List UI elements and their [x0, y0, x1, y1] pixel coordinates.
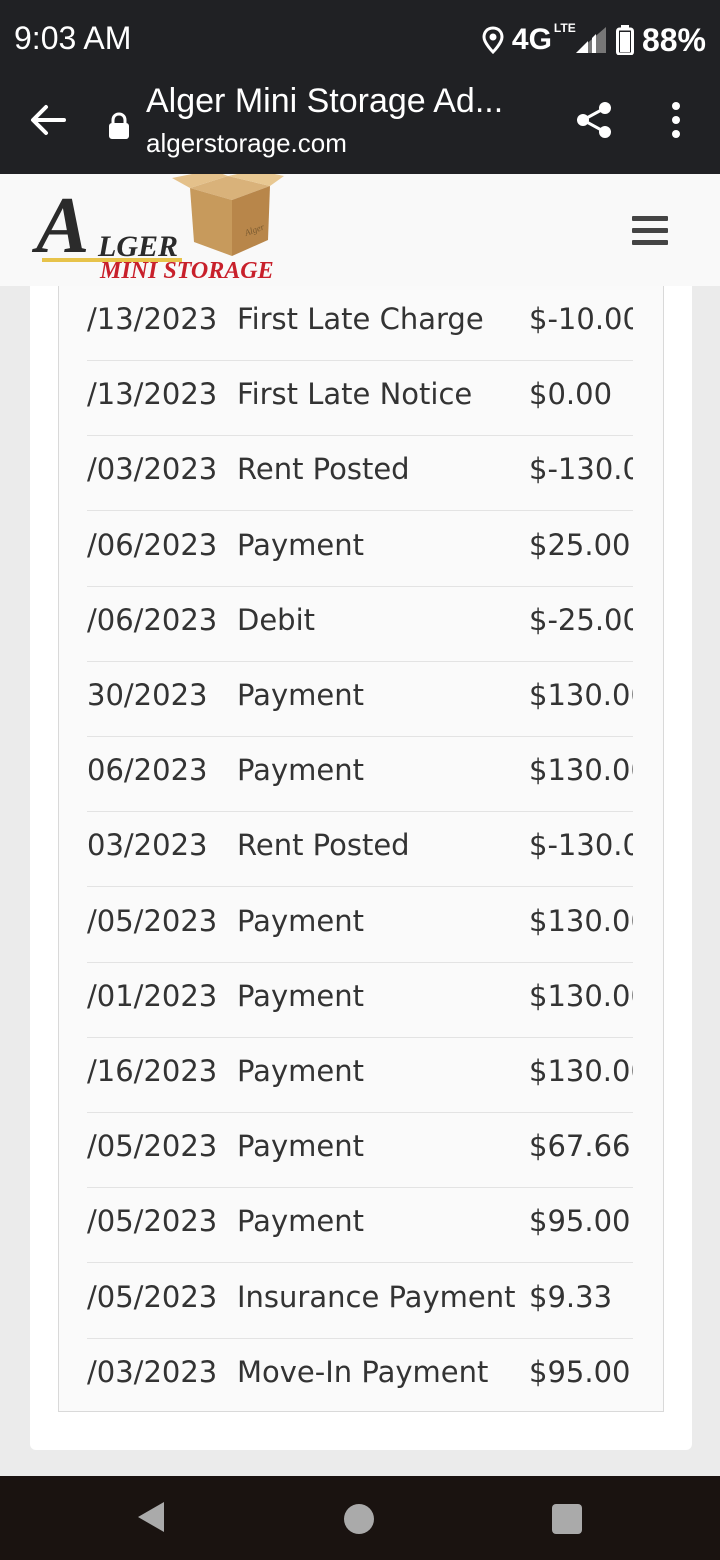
table-row: /13/2023 First Late Charge $-10.00: [87, 286, 633, 361]
status-bar: 9:03 AM 4G LTE 88%: [0, 0, 720, 80]
row-amount: $130.00: [529, 1054, 633, 1088]
row-description: Payment: [237, 1054, 364, 1088]
row-description: Payment: [237, 678, 364, 712]
row-description: Rent Posted: [237, 828, 410, 863]
row-amount: $67.66: [529, 1129, 631, 1164]
location-icon: [482, 26, 504, 54]
table-row: /16/2023 Payment $130.00: [87, 1038, 633, 1113]
row-amount: $9.33: [529, 1279, 613, 1314]
status-icons: 4G LTE 88%: [482, 20, 706, 60]
row-amount: $25.00: [529, 527, 631, 562]
site-logo[interactable]: Alger A LGER MINI STORAGE: [36, 174, 286, 286]
row-amount: $-130.00: [529, 828, 633, 863]
table-row: /01/2023 Payment $130.00: [87, 963, 633, 1038]
battery-icon: [615, 25, 634, 55]
row-amount: $0.00: [529, 377, 613, 412]
signal-icon: [575, 27, 606, 53]
lock-icon[interactable]: [106, 112, 132, 140]
logo-letter: A: [36, 182, 90, 270]
page-domain[interactable]: algerstorage.com: [146, 128, 347, 159]
back-arrow-icon[interactable]: [28, 100, 68, 140]
table-row: /13/2023 First Late Notice $0.00: [87, 361, 633, 437]
box-logo-icon: Alger: [172, 174, 284, 256]
row-amount: $130.00: [529, 903, 633, 938]
row-date: /05/2023: [87, 1204, 218, 1239]
row-description: Payment: [237, 1204, 364, 1239]
table-row: /05/2023 Payment $95.00: [87, 1188, 633, 1264]
row-date: /13/2023: [87, 302, 218, 336]
row-date: /03/2023: [87, 452, 218, 487]
row-amount: $-130.00: [529, 452, 633, 487]
row-description: First Late Charge: [237, 302, 484, 336]
nav-home-icon[interactable]: [344, 1504, 374, 1534]
row-amount: $130.00: [529, 753, 633, 788]
row-description: Payment: [237, 978, 364, 1013]
hamburger-menu-icon[interactable]: [632, 216, 668, 246]
table-row: /06/2023 Payment $25.00: [87, 512, 633, 587]
share-icon[interactable]: [574, 100, 614, 140]
nav-recent-apps-icon[interactable]: [552, 1504, 582, 1534]
nav-back-icon[interactable]: [136, 1500, 166, 1534]
row-description: Rent Posted: [237, 452, 410, 487]
system-nav-bar: [0, 1476, 720, 1560]
row-date: /05/2023: [87, 1279, 218, 1314]
row-description: Payment: [237, 903, 364, 938]
row-date: /03/2023: [87, 1354, 218, 1389]
row-amount: $130.00: [529, 678, 633, 712]
row-date: /01/2023: [87, 978, 218, 1013]
table-row: 30/2023 Payment $130.00: [87, 662, 633, 737]
row-amount: $-10.00: [529, 302, 633, 336]
table-row: 06/2023 Payment $130.00: [87, 737, 633, 813]
row-date: /06/2023: [87, 602, 218, 637]
site-header: Alger A LGER MINI STORAGE: [0, 174, 720, 286]
row-date: /05/2023: [87, 1129, 218, 1164]
row-description: Payment: [237, 1129, 364, 1164]
table-row: /05/2023 Insurance Payment $9.33: [87, 1264, 633, 1339]
table-row: /05/2023 Payment $67.66: [87, 1113, 633, 1189]
row-date: /13/2023: [87, 377, 218, 412]
logo-subtitle: MINI STORAGE: [100, 258, 274, 284]
row-description: First Late Notice: [237, 377, 473, 412]
page-title[interactable]: Alger Mini Storage Ad...: [146, 82, 526, 121]
table-row: /06/2023 Debit $-25.00: [87, 587, 633, 662]
row-description: Insurance Payment: [237, 1279, 516, 1314]
row-date: /16/2023: [87, 1054, 218, 1088]
row-description: Payment: [237, 753, 364, 788]
row-date: /06/2023: [87, 527, 218, 562]
transactions-table: /13/2023 First Late Charge $-10.00/13/2023…: [58, 286, 664, 1412]
network-type: 4G LTE: [511, 21, 576, 56]
row-description: Payment: [237, 527, 364, 562]
table-row: 03/2023 Rent Posted $-130.00: [87, 812, 633, 888]
row-amount: $95.00: [529, 1354, 631, 1389]
table-row: /03/2023 Rent Posted $-130.00: [87, 436, 633, 512]
row-date: 06/2023: [87, 753, 208, 788]
table-row: /05/2023 Payment $130.00: [87, 888, 633, 963]
row-amount: $95.00: [529, 1204, 631, 1239]
row-date: /05/2023: [87, 903, 218, 938]
row-amount: $-25.00: [529, 602, 633, 637]
browser-toolbar: Alger Mini Storage Ad... algerstorage.co…: [0, 80, 720, 174]
content-card: /13/2023 First Late Charge $-10.00/13/2023…: [30, 286, 692, 1450]
row-description: Debit: [237, 602, 316, 637]
status-time: 9:03 AM: [14, 20, 132, 56]
table-row: /03/2023 Move-In Payment $95.00: [87, 1339, 633, 1411]
row-amount: $130.00: [529, 978, 633, 1013]
battery-percent: 88%: [641, 21, 706, 58]
row-date: 03/2023: [87, 828, 208, 863]
row-description: Move-In Payment: [237, 1354, 489, 1389]
more-options-icon[interactable]: [666, 100, 686, 140]
row-date: 30/2023: [87, 678, 208, 712]
